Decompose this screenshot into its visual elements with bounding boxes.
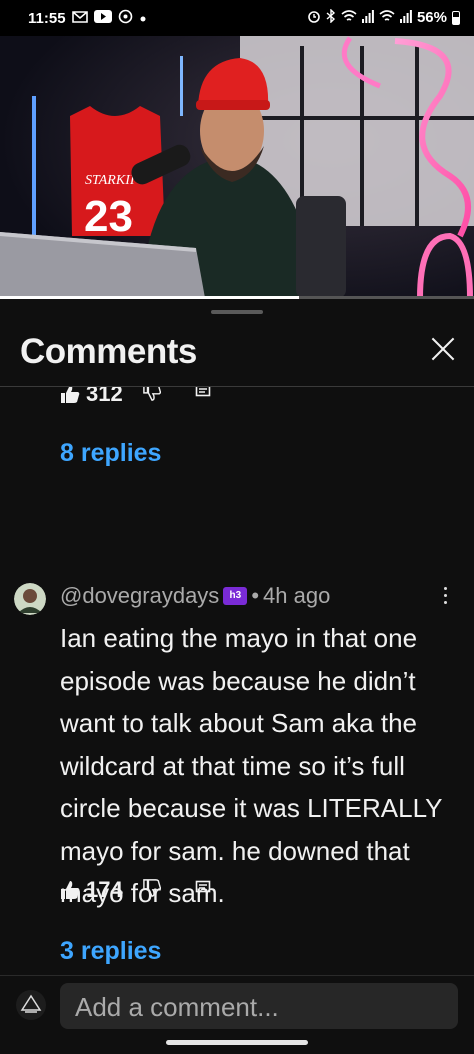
wifi-calling-icon <box>341 9 357 26</box>
comment-author[interactable]: @dovegraydays <box>60 583 219 609</box>
jersey-number: 23 <box>84 192 133 241</box>
dot-icon <box>139 11 147 26</box>
dislike-button[interactable] <box>142 878 161 902</box>
add-comment-placeholder: Add a comment... <box>75 992 279 1022</box>
comments-sheet: Comments 312 8 replies @dovegraydays h3 … <box>0 300 474 1054</box>
battery-icon <box>452 10 460 25</box>
sheet-drag-handle[interactable] <box>211 310 263 314</box>
thumbs-up-icon <box>61 387 80 403</box>
video-player[interactable]: STARKII 23 <box>0 36 474 298</box>
prev-comment-actions: 312 <box>60 387 211 407</box>
comments-list[interactable]: 312 8 replies @dovegraydays h3 • 4h ago … <box>0 387 474 975</box>
wifi-calling-2-icon <box>379 9 395 26</box>
meta-separator: • <box>251 583 260 608</box>
whatsapp-icon <box>118 9 133 27</box>
more-options-icon[interactable] <box>442 587 448 607</box>
comment-time: 4h ago <box>263 583 331 608</box>
add-comment-input[interactable]: Add a comment... <box>60 983 458 1029</box>
bluetooth-icon <box>326 8 336 26</box>
user-avatar[interactable] <box>16 990 46 1020</box>
clock: 11:55 <box>28 9 66 27</box>
jersey-name: STARKII <box>85 173 136 188</box>
member-badge-icon: h3 <box>223 587 248 605</box>
sheet-title: Comments <box>20 332 197 371</box>
thumbs-down-icon <box>142 387 161 401</box>
prev-like-button[interactable]: 312 <box>60 387 123 407</box>
like-button[interactable]: 174 <box>60 877 123 903</box>
comment-text: Ian eating the mayo in that one episode … <box>60 623 442 908</box>
reply-icon <box>195 387 211 396</box>
signal-icon <box>361 9 374 26</box>
prev-dislike-button[interactable] <box>142 387 161 406</box>
comment-header: @dovegraydays h3 • 4h ago <box>60 583 330 609</box>
thumbs-up-icon <box>61 881 80 899</box>
status-bar: 11:55 56% <box>0 0 474 36</box>
prev-like-count: 312 <box>86 387 123 406</box>
comment-actions: 174 <box>60 877 211 903</box>
prev-replies-link[interactable]: 8 replies <box>60 439 161 468</box>
battery-percent: 56% <box>416 9 447 26</box>
video-progress-fill <box>0 296 299 299</box>
reply-icon <box>195 880 211 892</box>
avatar[interactable] <box>14 583 46 615</box>
close-icon[interactable] <box>430 336 456 362</box>
reply-button[interactable] <box>195 880 211 901</box>
video-progress-bar[interactable] <box>0 296 474 299</box>
replies-link[interactable]: 3 replies <box>60 937 161 966</box>
alarm-icon <box>307 9 321 26</box>
gmail-icon <box>71 10 88 26</box>
comment-input-bar: Add a comment... <box>0 975 474 1054</box>
like-count: 174 <box>86 877 123 902</box>
gesture-nav-bar[interactable] <box>166 1040 308 1045</box>
youtube-icon <box>93 10 112 26</box>
prev-reply-button[interactable] <box>195 387 211 405</box>
signal-2-icon <box>399 9 412 26</box>
thumbs-down-icon <box>142 878 161 897</box>
